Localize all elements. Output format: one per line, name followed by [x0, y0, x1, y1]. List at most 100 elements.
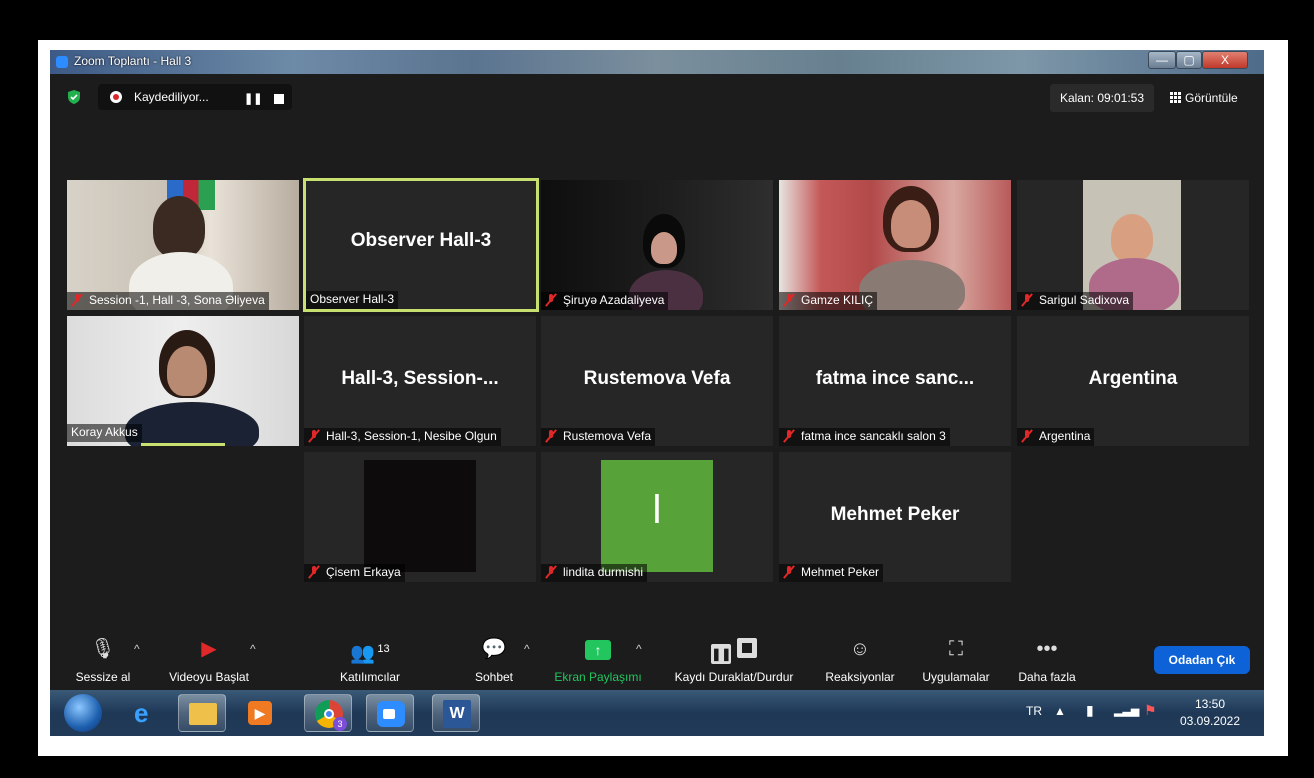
- show-hidden-icons-chevron-icon[interactable]: ▲: [1054, 704, 1066, 718]
- video-tile-active-speaker[interactable]: Observer Hall-3 Observer Hall-3: [303, 178, 539, 312]
- muted-mic-icon: [545, 566, 557, 578]
- leave-meeting-button[interactable]: Odadan Çık: [1154, 646, 1250, 674]
- muted-mic-icon: [71, 294, 83, 306]
- more-label: Daha fazla: [1018, 670, 1076, 684]
- muted-mic-icon: [308, 430, 320, 442]
- chrome-badge: 3: [333, 717, 347, 731]
- windows-taskbar: e ▶ 3 W TR ▲ ▮ ▂▃▅ ⚑ 13:50 03.09.2022: [50, 690, 1264, 736]
- view-button[interactable]: Görüntüle: [1162, 84, 1252, 112]
- pause-stop-recording-button[interactable]: ❚❚ Kaydı Duraklat/Durdur: [662, 634, 806, 690]
- participants-count: 13: [377, 643, 390, 655]
- record-dot-icon: [110, 91, 122, 103]
- media-player-icon: ▶: [248, 701, 272, 725]
- time-remaining: Kalan: 09:01:53: [1050, 84, 1154, 112]
- language-indicator[interactable]: TR: [1026, 704, 1042, 718]
- clock-date: 03.09.2022: [1179, 714, 1241, 728]
- video-tile[interactable]: Session -1, Hall -3, Sona Əliyeva: [67, 180, 299, 310]
- apps-icon: ⛶: [949, 638, 963, 660]
- mute-button[interactable]: 🎙 Sessize al: [68, 634, 138, 690]
- video-tile[interactable]: Sarigul Sadixova: [1017, 180, 1249, 310]
- close-button[interactable]: X: [1202, 51, 1248, 69]
- internet-explorer-icon: e: [134, 698, 149, 728]
- taskbar-word[interactable]: W: [432, 694, 480, 732]
- pause-stop-icon: ❚❚: [662, 638, 806, 664]
- security-shield-icon[interactable]: [66, 89, 82, 105]
- more-dots-icon: •••: [1036, 638, 1058, 660]
- participants-icon: 👥 13: [350, 642, 390, 665]
- share-screen-button[interactable]: ↑ Ekran Paylaşımı: [548, 634, 648, 690]
- stop-recording-icon[interactable]: [274, 94, 284, 104]
- minimize-button[interactable]: —: [1148, 51, 1176, 69]
- participants-button[interactable]: 👥 13 Katılımcılar: [330, 634, 410, 690]
- window-title: Zoom Toplantı - Hall 3: [74, 54, 192, 68]
- participant-name-label: Sarigul Sadixova: [1017, 292, 1134, 310]
- participant-face: [651, 232, 677, 264]
- reaction-smiley-icon: ☺: [849, 638, 871, 660]
- participant-face: [167, 346, 207, 396]
- video-tile[interactable]: Mehmet Peker Mehmet Peker: [779, 452, 1011, 582]
- participants-label: Katılımcılar: [339, 670, 400, 684]
- chat-button[interactable]: 💬 Sohbet: [464, 634, 524, 690]
- start-video-button[interactable]: ▶ Videoyu Başlat: [158, 634, 260, 690]
- video-tile[interactable]: l lindita durmishi: [541, 452, 773, 582]
- network-icon[interactable]: ▮: [1086, 702, 1094, 719]
- taskbar-internet-explorer[interactable]: e: [122, 694, 170, 732]
- clock-time: 13:50: [1194, 697, 1226, 711]
- video-tile[interactable]: Koray Akkus: [67, 316, 299, 446]
- taskbar-file-explorer[interactable]: [178, 694, 226, 732]
- muted-mic-icon: [545, 294, 557, 306]
- view-label: Görüntüle: [1185, 91, 1238, 105]
- folder-icon: [189, 703, 217, 725]
- reactions-button[interactable]: ☺ Reaksiyonlar: [818, 634, 902, 690]
- participant-name-label: Şiruyə Azadaliyeva: [541, 292, 669, 310]
- chat-options-chevron-icon[interactable]: ^: [524, 642, 530, 656]
- meeting-controls: 🎙 Sessize al ^ ▶ Videoyu Başlat ^ 👥 13 Ka…: [50, 634, 1264, 690]
- participant-head: [153, 196, 205, 258]
- participant-name-label: Argentina: [1017, 428, 1095, 446]
- video-tile[interactable]: Argentina Argentina: [1017, 316, 1249, 446]
- video-options-chevron-icon[interactable]: ^: [250, 642, 256, 656]
- apps-button[interactable]: ⛶ Uygulamalar: [914, 634, 998, 690]
- chat-label: Sohbet: [474, 670, 514, 684]
- reactions-label: Reaksiyonlar: [825, 670, 895, 684]
- participant-name-label: Koray Akkus: [67, 424, 142, 442]
- muted-mic-icon: [308, 566, 320, 578]
- mute-label: Sessize al: [75, 670, 131, 684]
- participant-display-name: Observer Hall-3: [350, 230, 492, 251]
- taskbar-chrome[interactable]: 3: [304, 694, 352, 732]
- muted-mic-icon: [783, 294, 795, 306]
- maximize-button[interactable]: ▢: [1176, 51, 1202, 69]
- recording-status: Kaydediliyor...: [134, 90, 209, 104]
- video-tile[interactable]: Çisem Erkaya: [304, 452, 536, 582]
- action-center-flag-icon[interactable]: ⚑: [1144, 702, 1157, 719]
- taskbar-zoom[interactable]: [366, 694, 414, 732]
- participant-face: [1111, 214, 1153, 262]
- video-tile[interactable]: Hall-3, Session-... Hall-3, Session-1, N…: [304, 316, 536, 446]
- recording-indicator: Kaydediliyor... ❚❚: [98, 84, 292, 110]
- more-button[interactable]: ••• Daha fazla: [1010, 634, 1084, 690]
- audio-options-chevron-icon[interactable]: ^: [134, 642, 140, 656]
- share-options-chevron-icon[interactable]: ^: [636, 642, 642, 656]
- grid-view-icon: [1170, 92, 1181, 103]
- taskbar-media-player[interactable]: ▶: [236, 694, 284, 732]
- avatar-initial: l: [652, 488, 662, 532]
- taskbar-clock[interactable]: 13:50 03.09.2022: [1170, 696, 1250, 730]
- chat-icon: 💬: [481, 638, 507, 660]
- video-tile[interactable]: Gamze KILIÇ: [779, 180, 1011, 310]
- video-tile[interactable]: Şiruyə Azadaliyeva: [541, 180, 773, 310]
- participant-name-label: fatma ince sancaklı salon 3: [779, 428, 950, 446]
- video-tile[interactable]: fatma ince sanc... fatma ince sancaklı s…: [779, 316, 1011, 446]
- muted-mic-icon: [1021, 430, 1033, 442]
- avatar: l: [601, 460, 713, 572]
- video-tile[interactable]: Rustemova Vefa Rustemova Vefa: [541, 316, 773, 446]
- zoom-camera-glyph: [383, 709, 395, 719]
- video-feed: [364, 460, 476, 572]
- signal-icon[interactable]: ▂▃▅: [1114, 704, 1139, 717]
- windows-start-button[interactable]: [64, 694, 102, 732]
- pause-recording-icon[interactable]: ❚❚: [244, 92, 262, 105]
- word-icon: W: [443, 700, 471, 728]
- participant-name-label: Hall-3, Session-1, Nesibe Olgun: [304, 428, 501, 446]
- meeting-top-bar: Kaydediliyor... ❚❚ Kalan: 09:01:53 Görün…: [50, 74, 1264, 120]
- share-screen-icon: ↑: [548, 638, 648, 660]
- zoom-window: Zoom Toplantı - Hall 3 — ▢ X Kaydediliyo…: [50, 50, 1264, 736]
